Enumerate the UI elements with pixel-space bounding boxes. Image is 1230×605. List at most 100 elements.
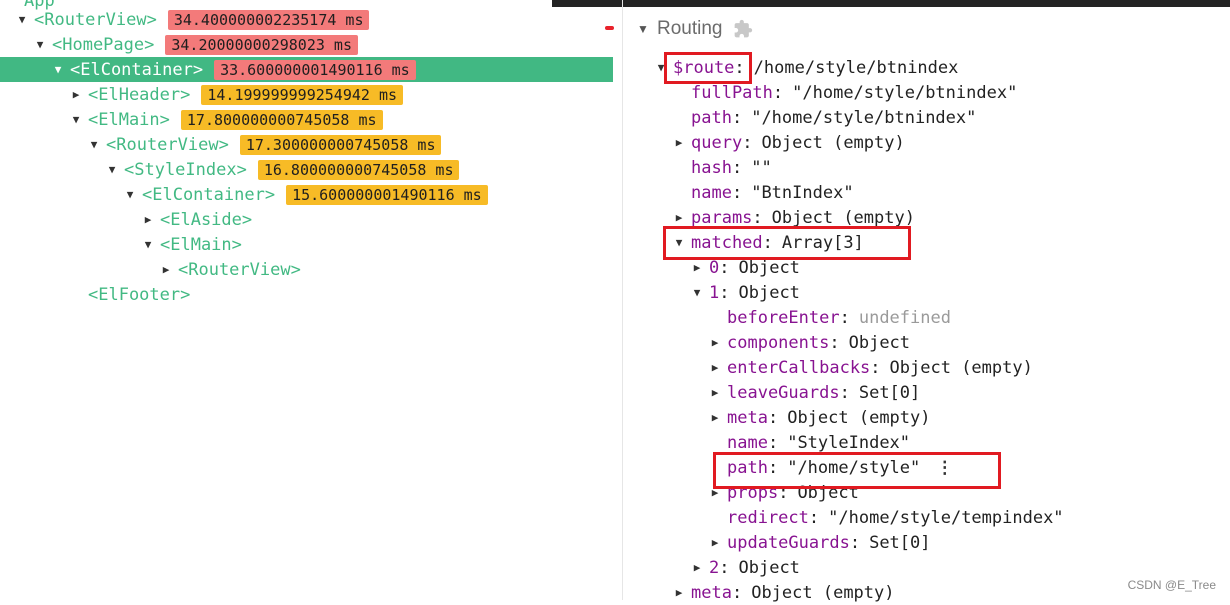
property-value: Object (738, 257, 800, 278)
inspector-panel: ▼ Routing ▼ $route:/home/style/btnindex fu… (623, 0, 1230, 603)
render-time-badge: 17.800000000745058 ms (180, 109, 383, 130)
highlight-box-path (713, 452, 1001, 489)
tree-node[interactable]: ▼ <ElMain> 17.800000000745058 ms (0, 107, 613, 132)
property-value: Object (empty) (771, 207, 915, 228)
property-key: 1 (709, 282, 720, 303)
expand-triangle-icon[interactable]: ▶ (70, 88, 82, 101)
inspector-row[interactable]: ▼ 1: Object (691, 280, 800, 305)
property-key: 2 (709, 557, 720, 578)
property-value: "BtnIndex" (751, 182, 854, 203)
expand-triangle-icon[interactable]: ▶ (142, 213, 154, 226)
render-time-badge: 14.199999999254942 ms (201, 84, 404, 105)
key-separator: : (731, 107, 743, 128)
collapse-triangle-icon[interactable]: ▼ (124, 188, 136, 201)
property-value: "" (751, 157, 772, 178)
inspector-row[interactable]: ▶ meta: Object (empty) (709, 405, 931, 430)
inspector-row[interactable]: ▶ leaveGuards: Set[0] (709, 380, 921, 405)
expand-triangle-icon[interactable]: ▶ (709, 361, 721, 374)
collapse-triangle-icon[interactable]: ▼ (34, 38, 46, 51)
expand-triangle-icon[interactable]: ▶ (709, 336, 721, 349)
collapse-triangle-icon[interactable]: ▼ (142, 238, 154, 251)
tree-node[interactable]: ▶ <RouterView> (0, 257, 613, 282)
property-value: "/home/style/tempindex" (828, 507, 1064, 528)
tree-node-name: <ElAside> (160, 209, 253, 230)
property-value: "/home/style/btnindex" (751, 107, 977, 128)
inspector-row[interactable]: ▶ enterCallbacks: Object (empty) (709, 355, 1033, 380)
expand-triangle-icon[interactable]: ▶ (709, 386, 721, 399)
tree-node-name: <ElHeader> (88, 84, 191, 105)
collapse-triangle-icon[interactable]: ▼ (16, 13, 28, 26)
inspector-row[interactable]: ▶ query: Object (empty) (673, 130, 905, 155)
watermark: CSDN @E_Tree (1127, 578, 1216, 592)
tree-node[interactable]: ▼ <RouterView> 34.400000002235174 ms (0, 7, 613, 32)
expand-triangle-icon[interactable]: ▶ (691, 561, 703, 574)
collapse-triangle-icon[interactable]: ▼ (88, 138, 100, 151)
property-value: undefined (858, 307, 951, 328)
key-separator: : (719, 282, 730, 303)
tree-node[interactable]: <ElFooter> (0, 282, 613, 307)
key-separator: : (719, 557, 730, 578)
key-separator: : (808, 507, 820, 528)
key-separator: : (767, 432, 779, 453)
tree-node-name: <RouterView> (34, 9, 157, 30)
property-value: Object (848, 332, 911, 353)
expand-triangle-icon[interactable]: ▼ (637, 22, 649, 36)
tree-node-name: <ElContainer> (70, 59, 204, 80)
property-key: redirect (727, 507, 809, 528)
key-separator: : (870, 357, 881, 378)
inspector-row: hash: "" (673, 155, 772, 180)
inspector-row[interactable]: ▶ meta: Object (empty) (673, 580, 895, 605)
key-separator: : (829, 332, 840, 353)
expand-triangle-icon[interactable]: ▶ (673, 136, 685, 149)
property-value: "/home/style/btnindex" (792, 82, 1018, 103)
highlight-box-route (664, 52, 752, 84)
collapse-triangle-icon[interactable]: ▼ (70, 113, 82, 126)
expand-triangle-icon[interactable]: ▶ (673, 211, 685, 224)
tree-node-name: <ElMain> (160, 234, 242, 255)
highlight-box-matched (663, 226, 911, 260)
tree-node[interactable]: ▶ <ElHeader> 14.199999999254942 ms (0, 82, 613, 107)
property-key: 0 (709, 257, 720, 278)
property-key: leaveGuards (727, 382, 840, 403)
expand-triangle-icon[interactable]: ▶ (673, 586, 685, 599)
key-separator: : (752, 207, 763, 228)
property-key: query (691, 132, 743, 153)
collapse-triangle-icon[interactable]: ▼ (106, 163, 118, 176)
property-key: meta (727, 407, 768, 428)
key-separator: : (742, 132, 753, 153)
tree-node-name: <ElMain> (88, 109, 170, 130)
expand-triangle-icon[interactable]: ▶ (691, 261, 703, 274)
expand-triangle-icon[interactable]: ▶ (709, 536, 721, 549)
puzzle-icon (734, 19, 752, 38)
property-key: params (691, 207, 753, 228)
tree-node[interactable]: ▼ <ElMain> (0, 232, 613, 257)
inspector-row[interactable]: ▶ updateGuards: Set[0] (709, 530, 931, 555)
render-time-badge: 15.600000001490116 ms (286, 184, 488, 205)
section-title: Routing (657, 18, 723, 39)
tree-node[interactable]: ▼ <HomePage> 34.20000000298023 ms (0, 32, 613, 57)
key-separator: : (839, 382, 850, 403)
render-time-badge: 17.300000000745058 ms (239, 134, 442, 155)
tree-node[interactable]: ▼ <ElContainer> 33.600000001490116 ms (0, 57, 613, 82)
tree-node[interactable]: ▶ <ElAside> (0, 207, 613, 232)
property-key: path (691, 107, 732, 128)
collapse-triangle-icon[interactable]: ▼ (52, 63, 64, 76)
inspector-row[interactable]: ▶ 2: Object (691, 555, 800, 580)
key-separator: : (772, 82, 784, 103)
routing-section-header[interactable]: ▼ Routing (637, 16, 753, 42)
tree-node-name: <ElContainer> (142, 184, 276, 205)
property-key: hash (691, 157, 732, 178)
tree-node-name: <RouterView> (106, 134, 229, 155)
tree-node[interactable]: ▼ <ElContainer> 15.600000001490116 ms (0, 182, 613, 207)
expand-triangle-icon[interactable]: ▶ (709, 411, 721, 424)
tree-node[interactable]: ▼ <RouterView> 17.300000000745058 ms (0, 132, 613, 157)
key-separator: : (849, 532, 861, 553)
inspector-row: beforeEnter: undefined (709, 305, 951, 330)
tree-node[interactable]: ▼ <StyleIndex> 16.800000000745058 ms (0, 157, 613, 182)
inspector-row[interactable]: ▶ components: Object (709, 330, 910, 355)
inspector-row: name: "BtnIndex" (673, 180, 854, 205)
inspector-row: path: "/home/style/btnindex" (673, 105, 976, 130)
collapse-triangle-icon[interactable]: ▼ (691, 286, 703, 299)
expand-triangle-icon[interactable]: ▶ (160, 263, 172, 276)
property-key: fullPath (691, 82, 773, 103)
